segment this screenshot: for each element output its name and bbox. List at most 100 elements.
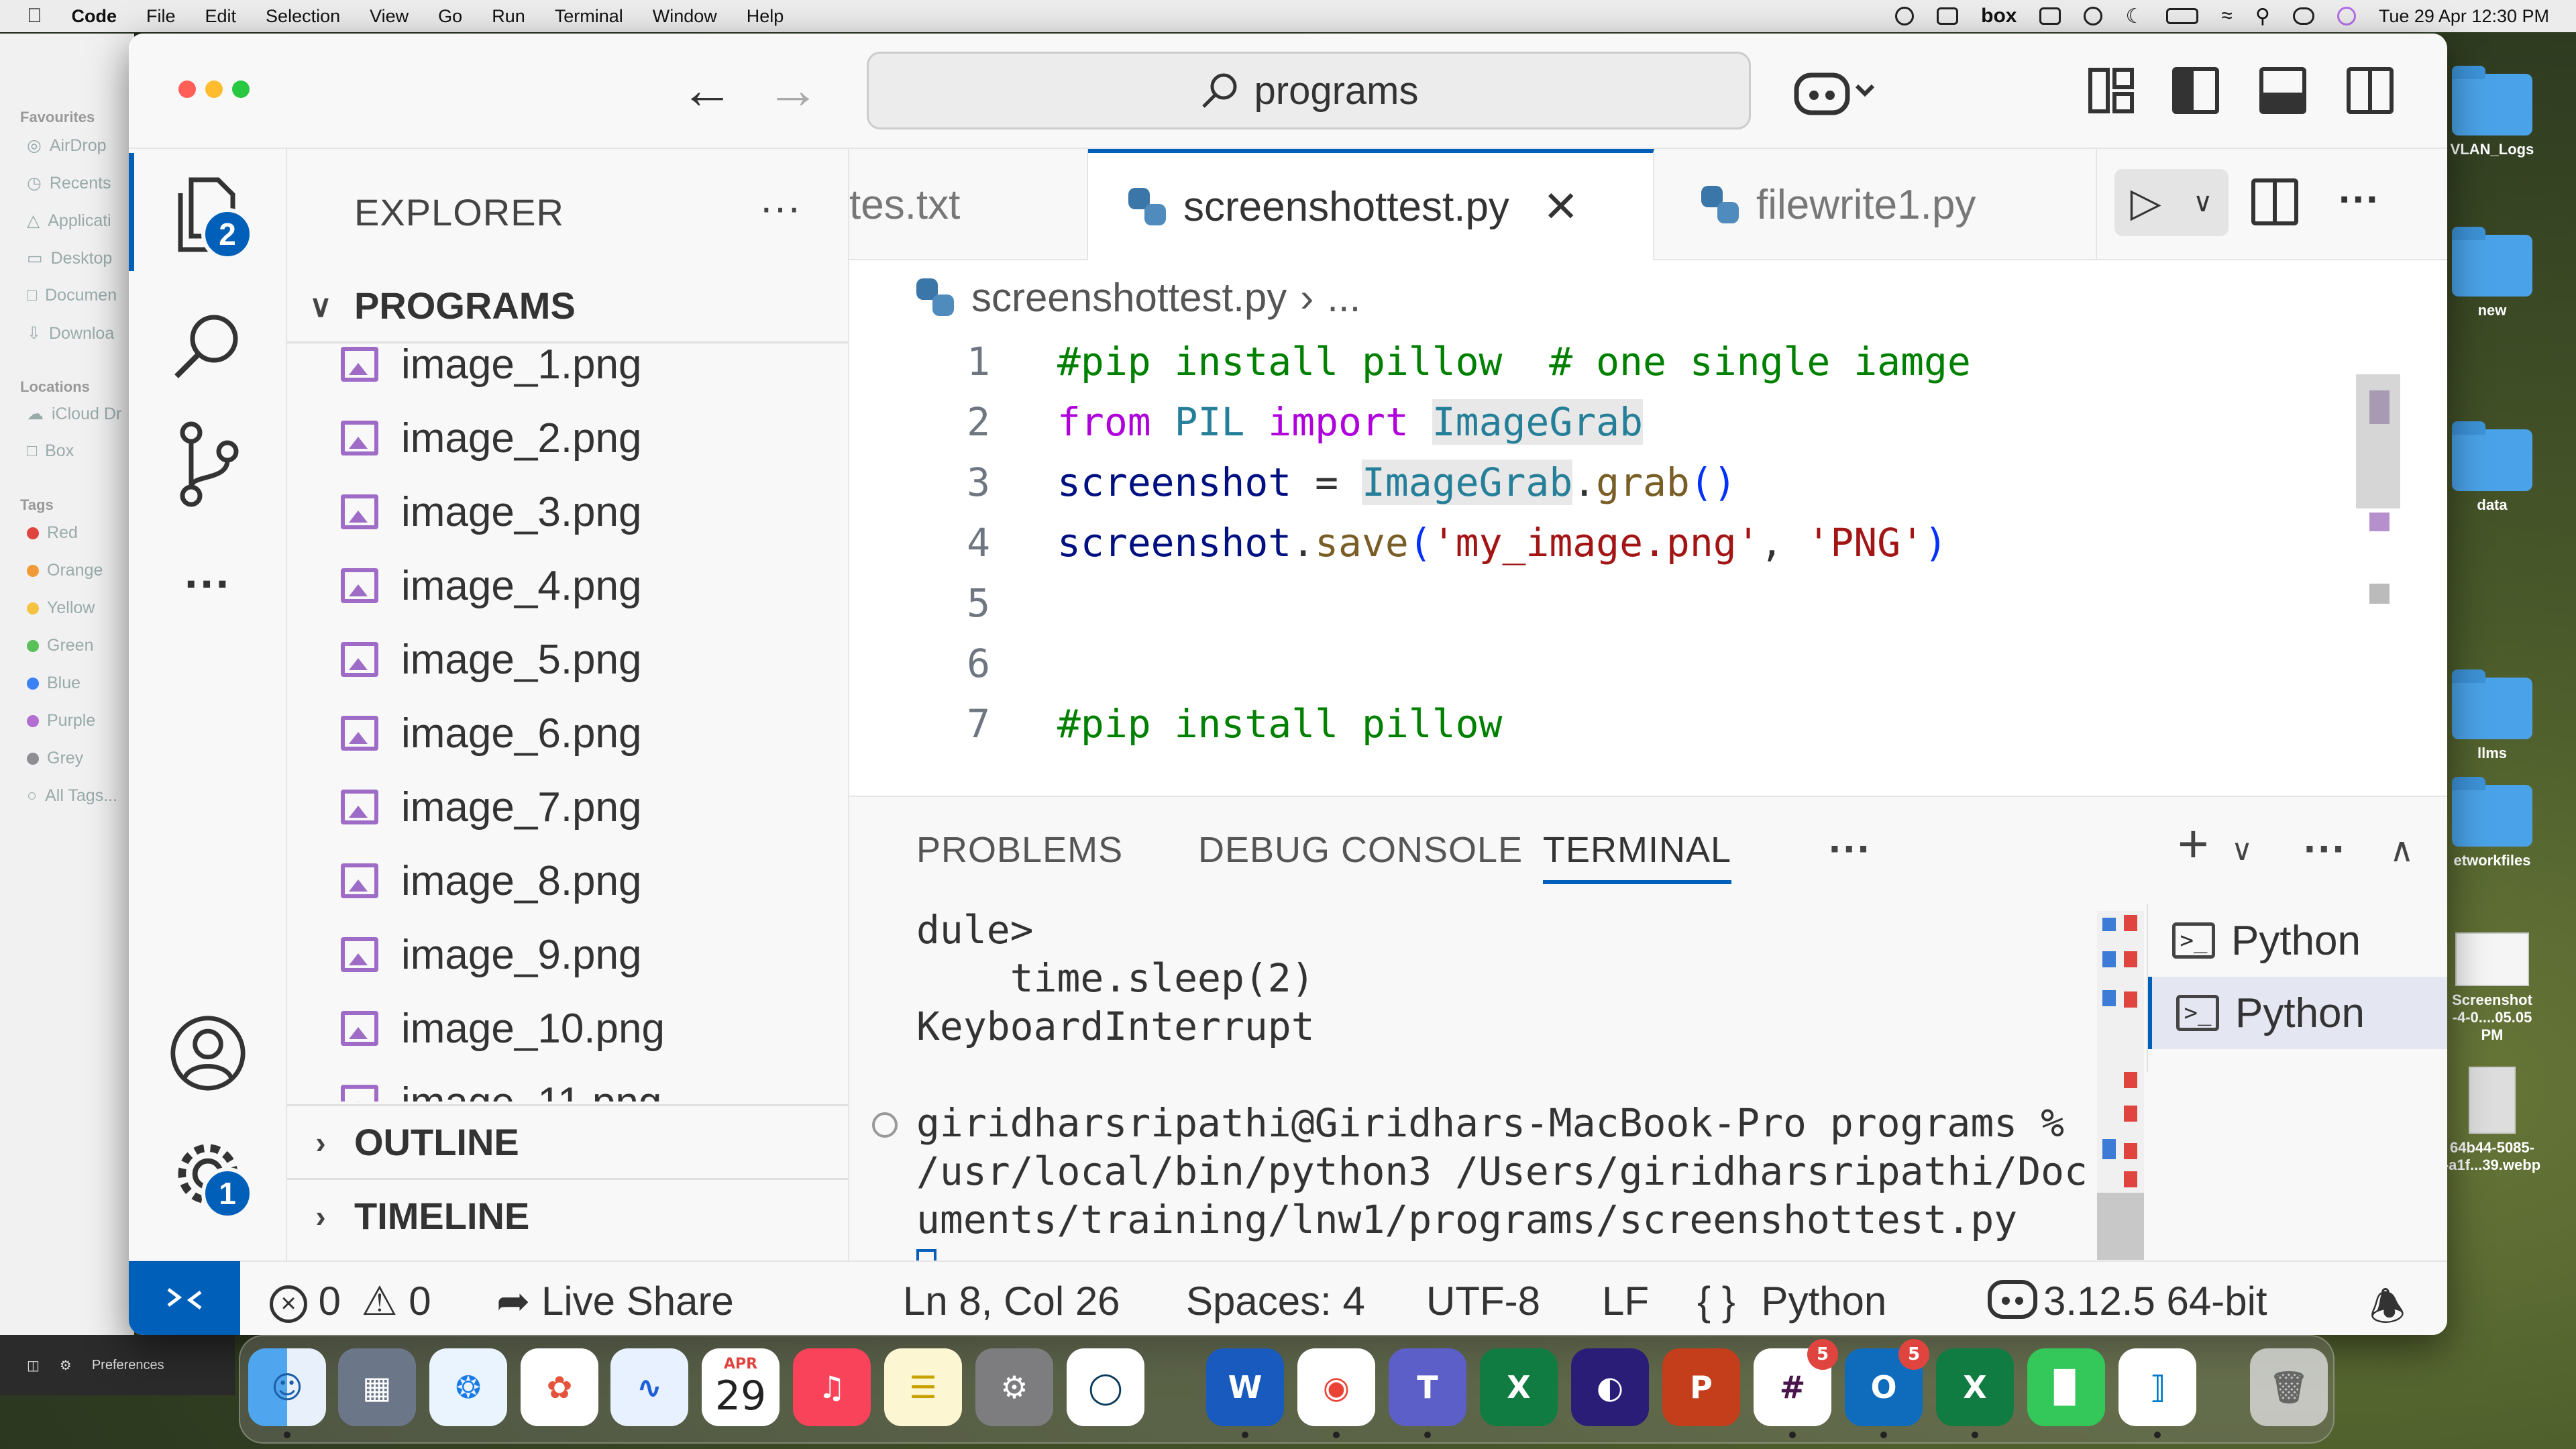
apple-menu-icon[interactable]:  bbox=[27, 5, 42, 28]
photos-dock-icon[interactable]: ✿ bbox=[521, 1348, 598, 1426]
terminal-scrollbar-thumb[interactable] bbox=[2097, 1193, 2144, 1260]
code-editor[interactable]: 1 #pip install pillow # one single iamge… bbox=[849, 334, 2447, 804]
tab-terminal[interactable]: TERMINAL bbox=[1543, 829, 1732, 884]
chevron-down-icon[interactable]: ∨ bbox=[2231, 833, 2253, 867]
menu-go[interactable]: Go bbox=[438, 6, 462, 27]
live-share-button[interactable]: ➦ Live Share bbox=[496, 1278, 734, 1325]
notes-dock-icon[interactable]: ☰ bbox=[884, 1348, 962, 1426]
finder-item[interactable]: ☁ iCloud Dr bbox=[27, 404, 121, 424]
finder-tag-grey[interactable]: Grey bbox=[27, 749, 83, 768]
end-of-line[interactable]: LF bbox=[1602, 1278, 1649, 1324]
finder-tag-yellow[interactable]: Yellow bbox=[27, 598, 95, 618]
menu-window[interactable]: Window bbox=[653, 6, 717, 27]
extensions-status-icon[interactable] bbox=[2039, 7, 2061, 25]
tab-debug-console[interactable]: DEBUG CONSOLE bbox=[1198, 829, 1523, 871]
desktop-folder[interactable]: etworkfiles bbox=[2442, 777, 2542, 869]
excel-dock-icon[interactable]: X bbox=[1480, 1348, 1558, 1426]
finder-dock-icon[interactable]: ☺ bbox=[248, 1348, 326, 1426]
new-terminal-plus-icon[interactable]: + bbox=[2178, 813, 2209, 875]
breadcrumb-rest[interactable]: ... bbox=[1327, 274, 1360, 321]
terminal-instance-python-active[interactable]: >_ Python bbox=[2148, 977, 2447, 1049]
file-item[interactable]: image_4.png bbox=[287, 549, 848, 623]
menu-terminal[interactable]: Terminal bbox=[555, 6, 623, 27]
menu-view[interactable]: View bbox=[370, 6, 409, 27]
desktop-file[interactable]: 64b44-5085- -a1f...39.webp bbox=[2442, 1067, 2542, 1174]
finder-item[interactable]: △ Applicati bbox=[27, 211, 111, 231]
file-item[interactable]: image_8.png bbox=[287, 844, 848, 918]
calendar-dock-icon[interactable]: APR 29 bbox=[702, 1348, 780, 1426]
finder-tag-red[interactable]: Red bbox=[27, 523, 78, 543]
finder-tag-blue[interactable]: Blue bbox=[27, 674, 80, 693]
spotlight-search-icon[interactable]: ⚲ bbox=[2255, 5, 2270, 28]
language-mode[interactable]: { } Python bbox=[1697, 1278, 1886, 1324]
panel-more-tabs-icon[interactable]: ··· bbox=[1829, 824, 1872, 873]
file-encoding[interactable]: UTF-8 bbox=[1426, 1278, 1540, 1324]
word-dock-icon[interactable]: W bbox=[1206, 1348, 1284, 1426]
tab-notes-txt[interactable]: tes.txt bbox=[849, 149, 1088, 260]
system-settings-dock-icon[interactable]: ⚙ bbox=[975, 1348, 1053, 1426]
source-control-activity-button[interactable] bbox=[169, 421, 247, 507]
editor-more-actions-icon[interactable]: ··· bbox=[2339, 176, 2380, 223]
menu-edit[interactable]: Edit bbox=[205, 6, 237, 27]
terminal-more-actions-icon[interactable]: ··· bbox=[2304, 824, 2347, 873]
tab-filewrite1-py[interactable]: filewrite1.py bbox=[1654, 149, 2097, 260]
vscode-dock-icon[interactable]: ⟧ bbox=[2118, 1348, 2196, 1426]
launchpad-dock-icon[interactable]: ▦ bbox=[338, 1348, 416, 1426]
finder-item[interactable]: ⇩ Downloa bbox=[27, 323, 114, 343]
file-item[interactable]: image_10.png bbox=[287, 991, 848, 1065]
vpn-status-icon[interactable] bbox=[1895, 7, 1915, 25]
customize-layout-icon[interactable] bbox=[2088, 67, 2135, 114]
desktop-file[interactable]: Screenshot -4-0....05.05 PM bbox=[2442, 932, 2542, 1044]
file-item[interactable]: image_3.png bbox=[287, 475, 848, 549]
more-views-icon[interactable]: ··· bbox=[169, 545, 247, 623]
close-tab-icon[interactable]: ✕ bbox=[1543, 182, 1579, 232]
focus-moon-icon[interactable]: ☾ bbox=[2125, 5, 2143, 28]
menu-app-name[interactable]: Code bbox=[72, 6, 117, 27]
terminal-scrollbar[interactable] bbox=[2097, 911, 2144, 1260]
menu-run[interactable]: Run bbox=[492, 6, 525, 27]
desktop-folder[interactable]: new bbox=[2442, 227, 2542, 319]
desktop-folder[interactable]: data bbox=[2442, 421, 2542, 514]
battery-icon[interactable] bbox=[2166, 8, 2199, 24]
desktop-folder[interactable]: llms bbox=[2442, 669, 2542, 762]
app-store-network-dock-icon[interactable]: ◯ bbox=[1067, 1348, 1144, 1426]
notifications-bell-icon[interactable]: 🕭 bbox=[2369, 1278, 2406, 1335]
back-arrow-icon[interactable]: ← bbox=[680, 63, 734, 117]
file-item[interactable]: image_9.png bbox=[287, 918, 848, 991]
outline-section-header[interactable]: › OUTLINE bbox=[287, 1104, 848, 1178]
file-item[interactable]: image_7.png bbox=[287, 770, 848, 844]
sync-status-icon[interactable] bbox=[2084, 7, 2103, 25]
copilot-icon[interactable] bbox=[1792, 66, 1880, 119]
finder-all-tags[interactable]: ○ All Tags... bbox=[27, 786, 117, 806]
teams-status-icon[interactable] bbox=[1937, 7, 1959, 25]
menu-file[interactable]: File bbox=[146, 6, 176, 27]
split-editor-icon[interactable] bbox=[2251, 178, 2298, 225]
control-center-icon[interactable] bbox=[2292, 7, 2314, 25]
preferences-label[interactable]: Preferences bbox=[92, 1358, 164, 1373]
toggle-primary-sidebar-icon[interactable] bbox=[2172, 67, 2219, 114]
siri-icon[interactable] bbox=[2337, 7, 2356, 25]
finder-item[interactable]: □ Box bbox=[27, 441, 74, 461]
proxyman-dock-icon[interactable]: ◐ bbox=[1571, 1348, 1649, 1426]
terminal-instance-python[interactable]: >_ Python bbox=[2148, 904, 2447, 977]
command-status-circle-icon[interactable] bbox=[872, 1112, 898, 1138]
python-interpreter[interactable]: 3.12.5 64-bit bbox=[2043, 1278, 2267, 1324]
explorer-more-actions-icon[interactable]: ··· bbox=[759, 184, 801, 231]
remote-indicator-button[interactable] bbox=[129, 1261, 240, 1335]
maximize-panel-icon[interactable]: ∧ bbox=[2390, 830, 2414, 869]
desktop-folder[interactable]: VLAN_Logs bbox=[2442, 66, 2542, 158]
wifi-icon[interactable]: ≈ bbox=[2221, 5, 2232, 28]
slack-dock-icon[interactable]: # 5 bbox=[1754, 1339, 1838, 1426]
chrome-dock-icon[interactable]: ◉ bbox=[1297, 1348, 1375, 1426]
run-python-file-button[interactable]: ▷ ∨ bbox=[2114, 169, 2229, 236]
powerpoint-dock-icon[interactable]: P bbox=[1662, 1348, 1740, 1426]
file-item[interactable]: image_6.png bbox=[287, 696, 848, 770]
file-item[interactable]: image_2.png bbox=[287, 401, 848, 475]
explorer-activity-button[interactable]: 2 bbox=[169, 176, 254, 260]
file-item[interactable]: image_5.png bbox=[287, 623, 848, 696]
accounts-activity-button[interactable] bbox=[169, 1014, 247, 1092]
finder-tag-purple[interactable]: Purple bbox=[27, 711, 95, 731]
finder-item[interactable]: □ Documen bbox=[27, 286, 117, 305]
menu-datetime[interactable]: Tue 29 Apr 12:30 PM bbox=[2379, 6, 2549, 27]
sidebar-toggle-icon[interactable]: ◫ bbox=[27, 1357, 40, 1374]
